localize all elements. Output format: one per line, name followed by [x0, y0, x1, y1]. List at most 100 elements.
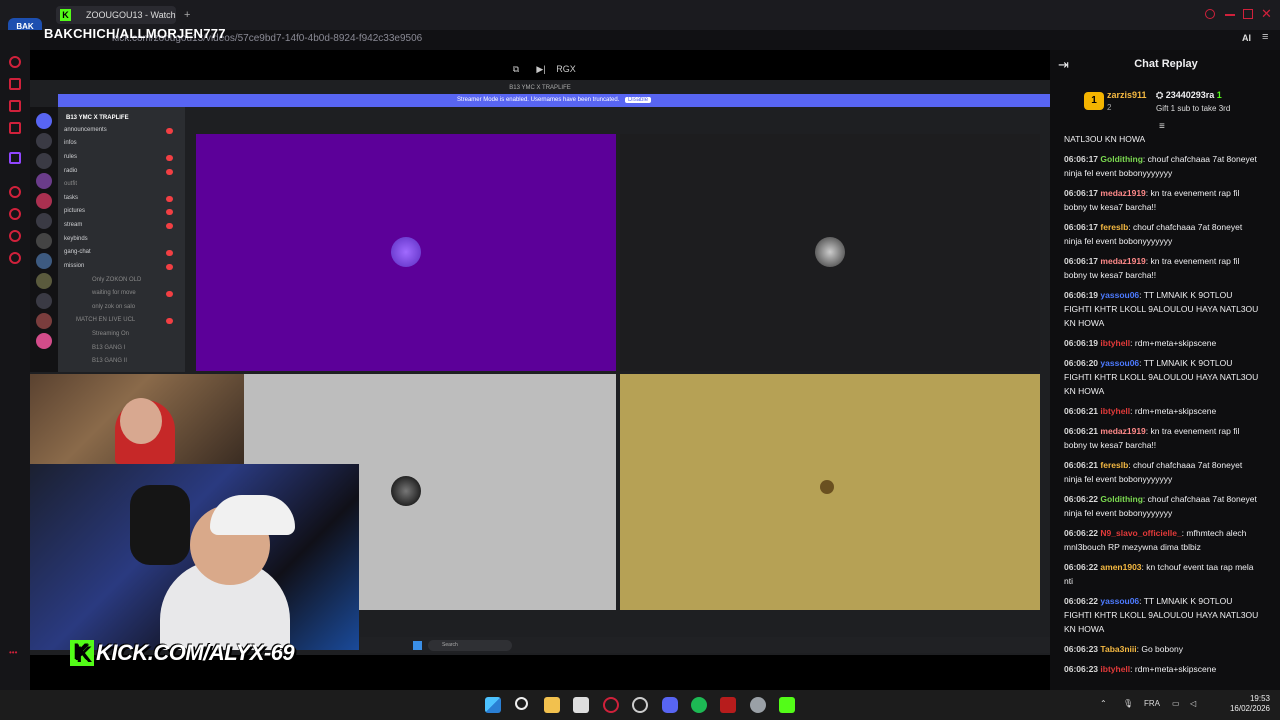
discord-icon[interactable]: [662, 697, 678, 713]
channel-item[interactable]: only zok on salo: [92, 304, 135, 310]
call-tile[interactable]: [196, 134, 616, 371]
channel-item[interactable]: Only ZOKON OLD: [92, 277, 141, 283]
ai-button[interactable]: AI: [1242, 33, 1251, 43]
server-icon[interactable]: [36, 233, 52, 249]
sidebar-speed-icon[interactable]: [9, 56, 21, 68]
server-icon[interactable]: [36, 333, 52, 349]
channel-item[interactable]: radio: [64, 168, 77, 174]
message-timestamp: 06:06:17: [1064, 154, 1099, 164]
channel-item[interactable]: MATCH EN LIVE UCL: [76, 317, 135, 323]
obs-icon[interactable]: [632, 697, 648, 713]
server-icon[interactable]: [36, 193, 52, 209]
channel-item[interactable]: B13 GANG I: [92, 345, 125, 351]
new-tab-button[interactable]: +: [184, 9, 190, 21]
message-username[interactable]: Goldithing: [1100, 154, 1143, 164]
message-username[interactable]: medaz1919: [1100, 188, 1145, 198]
server-icon[interactable]: [36, 173, 52, 189]
next-icon[interactable]: ▶|: [533, 62, 549, 76]
channel-item[interactable]: stream: [64, 222, 82, 228]
server-name[interactable]: B13 YMC X TRAPLIFE: [66, 115, 129, 121]
sidebar-more-icon[interactable]: •••: [9, 648, 17, 657]
message-username[interactable]: fereslb: [1100, 222, 1128, 232]
app-icon[interactable]: [720, 697, 736, 713]
gift-cta[interactable]: Gift 1 sub to take 3rd: [1156, 104, 1230, 113]
sidebar-messenger-icon[interactable]: [9, 100, 21, 112]
volume-icon[interactable]: ◁: [1190, 699, 1196, 708]
windows-start-icon[interactable]: [413, 641, 422, 650]
message-username[interactable]: yassou06: [1100, 596, 1139, 606]
browser-tab[interactable]: K ZOOUGOU13 - Watch: [56, 6, 176, 24]
menu-icon[interactable]: ≡: [1262, 31, 1268, 43]
channel-item[interactable]: infos: [64, 140, 77, 146]
message-username[interactable]: ibtyhell: [1100, 406, 1130, 416]
opera-icon[interactable]: [603, 697, 619, 713]
search-icon[interactable]: [1205, 9, 1215, 19]
channel-item[interactable]: Streaming On: [92, 331, 129, 337]
message-username[interactable]: amen1903: [1100, 562, 1141, 572]
gift-user[interactable]: zarzis911: [1107, 90, 1147, 100]
channel-item[interactable]: pictures: [64, 208, 85, 214]
spotify-icon[interactable]: [691, 697, 707, 713]
message-username[interactable]: Taba3niii: [1100, 644, 1136, 654]
message-username[interactable]: fereslb: [1100, 460, 1128, 470]
minimize-button[interactable]: [1225, 14, 1235, 16]
search-icon[interactable]: [515, 697, 528, 710]
channel-item[interactable]: gang-chat: [64, 249, 91, 255]
windows-start-icon[interactable]: [485, 697, 501, 713]
chat-message-partial: NATL3OU KN HOWA: [1064, 134, 1146, 144]
kick-app-icon[interactable]: [779, 697, 795, 713]
sidebar-cube-icon[interactable]: [9, 230, 21, 242]
message-username[interactable]: medaz1919: [1100, 426, 1145, 436]
server-icon[interactable]: [36, 313, 52, 329]
channel-item[interactable]: keybinds: [64, 236, 88, 242]
sidebar-clock-icon[interactable]: [9, 208, 21, 220]
message-username[interactable]: yassou06: [1100, 358, 1139, 368]
settings-icon[interactable]: [750, 697, 766, 713]
close-button[interactable]: ✕: [1261, 6, 1272, 22]
sidebar-twitch-icon[interactable]: [9, 152, 21, 164]
server-icon[interactable]: [36, 133, 52, 149]
server-icon[interactable]: [36, 213, 52, 229]
message-username[interactable]: ibtyhell: [1100, 664, 1130, 674]
language-indicator[interactable]: FRA: [1144, 699, 1160, 708]
tray-chevron-icon[interactable]: ⌃: [1100, 699, 1107, 708]
file-explorer-icon[interactable]: [544, 697, 560, 713]
sidebar-play-icon[interactable]: [9, 186, 21, 198]
channel-item[interactable]: waiting for move: [92, 290, 136, 296]
message-username[interactable]: yassou06: [1100, 290, 1139, 300]
quality-button[interactable]: RGX: [555, 62, 577, 76]
call-tile[interactable]: [620, 374, 1040, 610]
channel-item[interactable]: B13 GANG II: [92, 358, 127, 364]
message-username[interactable]: ibtyhell: [1100, 338, 1130, 348]
channel-item[interactable]: outfit: [64, 181, 77, 187]
server-icon[interactable]: [36, 253, 52, 269]
call-tile[interactable]: [620, 134, 1040, 371]
filter-icon[interactable]: ≡: [1159, 121, 1165, 132]
server-icon[interactable]: [36, 153, 52, 169]
server-icon[interactable]: [36, 293, 52, 309]
channel-item[interactable]: mission: [64, 263, 84, 269]
pip-icon[interactable]: ⧉: [508, 62, 524, 76]
chat-message: 06:06:17 fereslb: chouf chafchaaa 7at 8o…: [1064, 220, 1262, 248]
message-username[interactable]: N9_slavo_officielle_: [1100, 528, 1181, 538]
disable-button[interactable]: Disable: [625, 97, 652, 103]
server-icon[interactable]: [36, 113, 52, 129]
channel-item[interactable]: announcements: [64, 127, 107, 133]
microphone-icon[interactable]: 🎙: [1123, 699, 1133, 708]
channel-item[interactable]: tasks: [64, 195, 78, 201]
message-username[interactable]: medaz1919: [1100, 256, 1145, 266]
browser-sidebar: •••: [0, 30, 30, 690]
gift-rank-badge: 1: [1084, 92, 1104, 110]
clock[interactable]: 19:53 16/02/2026: [1220, 694, 1270, 714]
store-icon[interactable]: [573, 697, 589, 713]
network-icon[interactable]: ▭: [1172, 699, 1180, 708]
sidebar-settings-icon[interactable]: [9, 252, 21, 264]
inner-search-box[interactable]: Search: [428, 640, 512, 651]
message-username[interactable]: Goldithing: [1100, 494, 1143, 504]
maximize-button[interactable]: [1243, 9, 1253, 19]
channel-item[interactable]: rules: [64, 154, 77, 160]
sidebar-music-icon[interactable]: [9, 122, 21, 134]
sidebar-bag-icon[interactable]: [9, 78, 21, 90]
server-icon[interactable]: [36, 273, 52, 289]
message-timestamp: 06:06:22: [1064, 562, 1099, 572]
